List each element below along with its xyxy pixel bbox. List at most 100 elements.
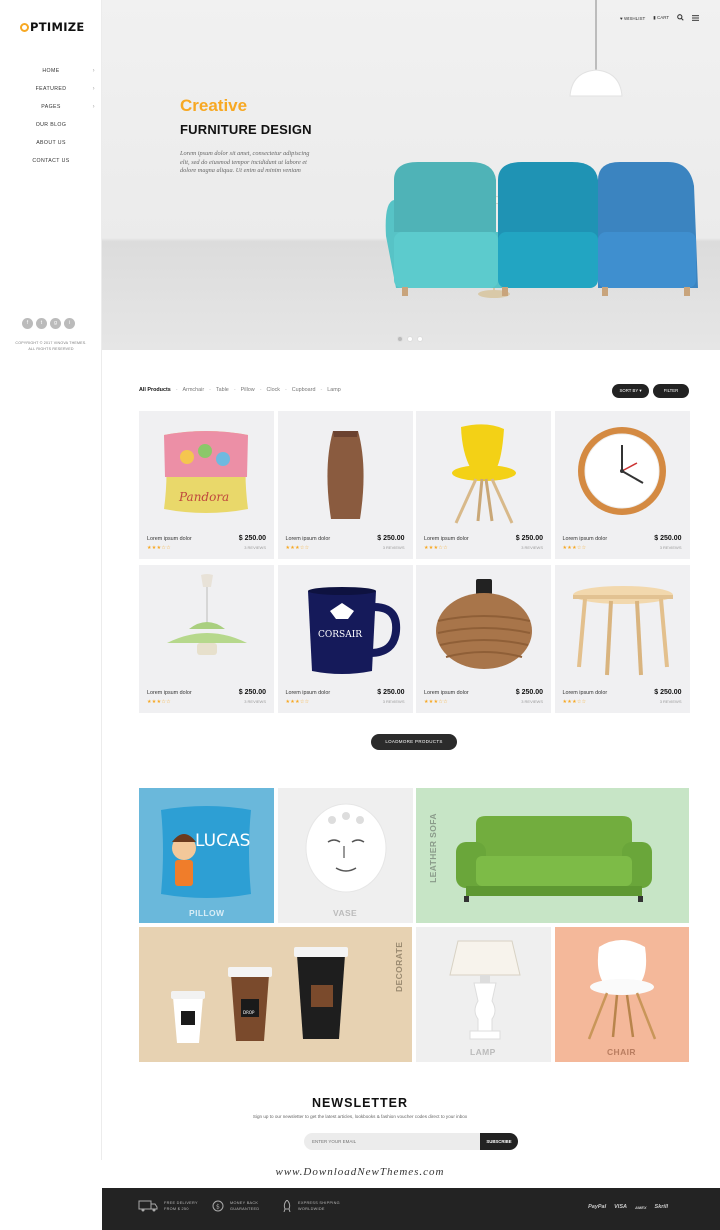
rating-stars: ★★★☆☆ [147, 545, 171, 551]
filter-all-products[interactable]: All Products [139, 387, 171, 393]
review-count: 3 REVIEWS [521, 545, 543, 550]
product-card[interactable]: Lorem ipsum dolor ★★★☆☆ $ 250.00 3 REVIE… [277, 411, 413, 559]
nav-item-about[interactable]: ABOUT US [0, 138, 102, 156]
instagram-icon[interactable]: i [64, 318, 75, 329]
pendant-lamp-image [167, 574, 247, 655]
product-name[interactable]: Lorem ipsum dolor [563, 536, 608, 542]
filter-pillow[interactable]: Pillow [241, 387, 255, 393]
filter-cupboard[interactable]: Cupboard [292, 387, 316, 393]
product-card[interactable]: Pandora Lorem ipsum dolor ★★★☆☆ $ 250.00… [139, 411, 274, 559]
banner-label: LAMP [470, 1047, 496, 1057]
facebook-icon[interactable]: f [22, 318, 33, 329]
rating-stars: ★★★☆☆ [285, 545, 310, 551]
review-count: 3 REVIEWS [659, 545, 682, 550]
banner-label: VASE [333, 908, 358, 918]
banner-decorate[interactable]: DROP DECORATE [139, 927, 412, 1062]
slider-dot[interactable] [417, 336, 423, 342]
nav-item-pages[interactable]: PAGES › [0, 102, 102, 120]
money-back-icon: $ [212, 1200, 224, 1212]
cup-print-text: DROP [243, 1010, 255, 1015]
banner-chair[interactable]: CHAIR [555, 927, 689, 1062]
side-table-image [572, 586, 673, 676]
category-filters: All Products - Armchair - Table - Pillow - C… [139, 387, 341, 393]
product-card[interactable]: Lorem ipsum dolor ★★★☆☆ $ 250.00 3 REVIE… [416, 411, 551, 559]
menu-icon[interactable] [692, 14, 700, 22]
review-count: 3 REVIEWS [244, 545, 266, 550]
nav-item-home[interactable]: HOME › [0, 66, 102, 84]
newsletter-title: NEWSLETTER [311, 1096, 409, 1110]
copyright-line: ALL RIGHTS RESERVED [28, 347, 74, 351]
banner-vase[interactable]: VASE [278, 788, 413, 923]
banner-lamp[interactable]: LAMP [416, 927, 551, 1062]
separator: - [320, 387, 323, 393]
banner-sofa[interactable]: LEATHER SOFA [416, 788, 689, 923]
search-icon[interactable] [677, 14, 684, 22]
svg-text:Pandora: Pandora [178, 490, 229, 504]
product-name[interactable]: Lorem ipsum dolor [424, 536, 469, 542]
visa-icon: VISA [614, 1204, 627, 1210]
review-count: 3 REVIEWS [382, 545, 405, 550]
slider-dot[interactable] [397, 336, 403, 342]
chair-image [452, 424, 516, 524]
product-price: $ 250.00 [654, 689, 682, 696]
filter-table[interactable]: Table [216, 387, 229, 393]
feature-subtitle: GUARANTEED [230, 1207, 260, 1211]
product-price: $ 250.00 [515, 535, 543, 542]
product-name[interactable]: Lorem ipsum dolor [286, 690, 331, 696]
load-more-button[interactable]: LOADMORE PRODUCTS [371, 734, 457, 750]
banner-pillow[interactable]: LUCAS PILLOW [139, 788, 274, 923]
chevron-down-icon: ▾ [639, 388, 642, 393]
filter-lamp[interactable]: Lamp [327, 387, 341, 393]
product-card[interactable]: Lorem ipsum dolor ★★★☆☆ $ 250.00 3 REVIE… [416, 565, 551, 713]
product-name[interactable]: Lorem ipsum dolor [147, 690, 192, 696]
chevron-right-icon: › [92, 68, 95, 74]
sort-by-button[interactable]: SORT BY ▾ [612, 384, 649, 398]
product-name[interactable]: Lorem ipsum dolor [563, 690, 608, 696]
separator: - [175, 387, 178, 393]
filter-button[interactable]: FILTER [653, 384, 689, 398]
nav-item-blog[interactable]: OUR BLOG [0, 120, 102, 138]
rocket-icon [283, 1200, 291, 1212]
google-plus-icon[interactable]: g [50, 318, 61, 329]
subscribe-button[interactable]: SUBSCRIBE [480, 1133, 518, 1150]
email-input[interactable] [304, 1133, 482, 1150]
hero-title: FURNITURE DESIGN [180, 122, 312, 137]
product-card[interactable]: Lorem ipsum dolor ★★★☆☆ $ 250.00 3 REVIE… [554, 411, 690, 559]
nav-label: FEATURED [35, 86, 67, 92]
product-price: $ 250.00 [654, 535, 682, 542]
svg-text:$: $ [216, 1204, 220, 1211]
nav-label: HOME [42, 68, 60, 74]
twitter-icon[interactable]: t [36, 318, 47, 329]
filter-armchair[interactable]: Armchair [183, 387, 205, 393]
logo-text: PTIMIZE [30, 20, 85, 34]
skrill-icon: Skrill [654, 1204, 668, 1210]
top-bar: ♥ WISHLIST ▮ CART [620, 14, 700, 22]
filter-clock[interactable]: Clock [267, 387, 280, 393]
pouf-image [436, 579, 532, 669]
product-name[interactable]: Lorem ipsum dolor [286, 536, 331, 542]
separator: - [284, 387, 287, 393]
nav-item-contact[interactable]: CONTACT US [0, 156, 102, 174]
pillow-banner-image: LUCAS [161, 806, 251, 898]
product-card[interactable]: Lorem ipsum dolor ★★★☆☆ $ 250.00 3 REVIE… [554, 565, 690, 713]
logo[interactable]: PTIMIZE [20, 20, 85, 34]
review-count: 3 REVIEWS [382, 699, 405, 704]
rating-stars: ★★★☆☆ [562, 545, 587, 551]
feature-subtitle: FROM $ 250 [164, 1207, 189, 1211]
slider-dot[interactable] [407, 336, 413, 342]
chevron-right-icon: › [92, 104, 95, 110]
product-price: $ 250.00 [377, 689, 405, 696]
clock-image [577, 427, 666, 515]
product-card[interactable]: CORSAIR Lorem ipsum dolor ★★★☆☆ $ 250.00… [277, 565, 413, 713]
banner-label: CHAIR [607, 1047, 636, 1057]
product-name[interactable]: Lorem ipsum dolor [147, 536, 192, 542]
nav-item-featured[interactable]: FEATURED › [0, 84, 102, 102]
wishlist-link[interactable]: ♥ WISHLIST [620, 16, 645, 21]
footer: FREE DELIVERY FROM $ 250 $ MONEY BACK GUAR… [102, 1188, 720, 1230]
product-price: $ 250.00 [515, 689, 543, 696]
product-name[interactable]: Lorem ipsum dolor [424, 690, 469, 696]
product-card[interactable]: Lorem ipsum dolor ★★★☆☆ $ 250.00 3 REVIE… [139, 565, 274, 713]
vase-banner-image [305, 803, 387, 893]
cart-link[interactable]: ▮ CART [653, 15, 669, 21]
rating-stars: ★★★☆☆ [562, 699, 587, 705]
